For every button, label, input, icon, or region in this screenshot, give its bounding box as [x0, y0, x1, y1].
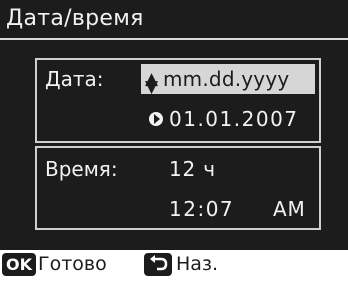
- back-arrow-icon: [144, 253, 172, 276]
- right-triangle-icon: [149, 104, 163, 144]
- date-panel: Дата: ▲ ▼ mm.dd.yyyy 01.01.2007: [35, 58, 321, 143]
- date-format-value: mm.dd.yyyy: [163, 67, 290, 91]
- date-value: 01.01.2007: [169, 107, 299, 131]
- up-down-arrows-icon: ▲ ▼: [145, 69, 159, 97]
- ok-label: Готово: [38, 253, 107, 275]
- time-panel: Время: 12 ч 12:07 AM: [35, 146, 321, 230]
- lcd-screen: Дата/время Дата: ▲ ▼ mm.dd.yyyy 01.01.200…: [0, 0, 348, 250]
- time-mode-value[interactable]: 12 ч: [169, 156, 216, 182]
- footer-help-bar: OK Готово Наз.: [0, 250, 348, 279]
- title-bar: Дата/время: [0, 0, 348, 40]
- date-label: Дата:: [45, 67, 104, 91]
- screen-title: Дата/время: [6, 6, 144, 31]
- time-value[interactable]: 12:07: [169, 196, 234, 222]
- ampm-value[interactable]: AM: [273, 196, 306, 222]
- time-label: Время:: [45, 157, 118, 181]
- back-label: Наз.: [176, 253, 219, 275]
- date-format-selector[interactable]: ▲ ▼ mm.dd.yyyy: [141, 64, 315, 97]
- ok-key-icon: OK: [2, 253, 36, 276]
